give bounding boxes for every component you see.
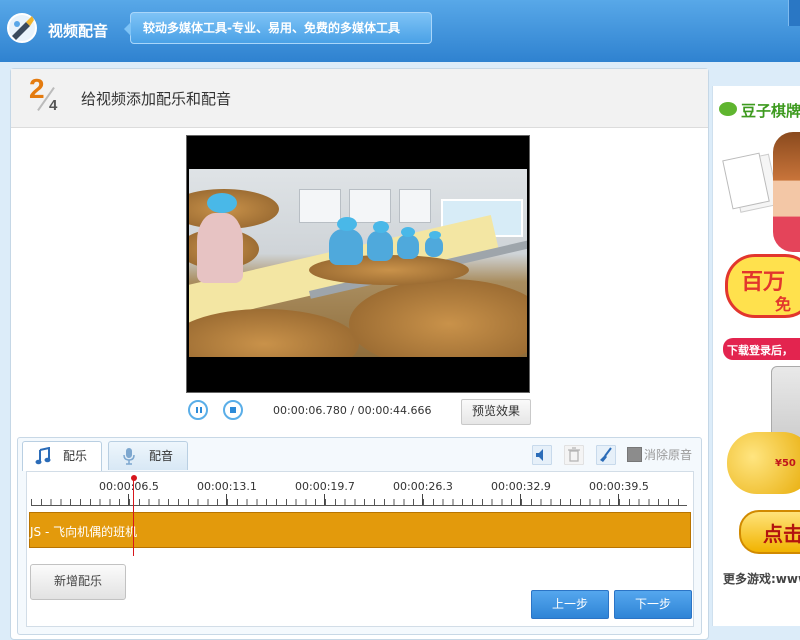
worker [367, 231, 393, 261]
ad-banner-text: 下载登录后， [727, 344, 793, 357]
pause-button[interactable] [188, 400, 208, 420]
video-preview[interactable] [186, 135, 530, 393]
worker-cap [401, 227, 415, 237]
page-title: 给视频添加配乐和配音 [81, 90, 232, 108]
factory-window [349, 189, 391, 223]
video-frame [189, 169, 527, 357]
music-clip-label: JS - 飞向机偶的班机 [30, 525, 138, 539]
step-total: 4 [49, 97, 58, 114]
window-control[interactable] [788, 0, 800, 26]
tab-music-label: 配乐 [63, 449, 88, 463]
tab-music[interactable]: 配乐 [22, 441, 102, 471]
worker [397, 235, 419, 259]
tick-label: 00:00:26.3 [393, 480, 453, 493]
ruler-major-tick [618, 494, 619, 505]
ad-more-games[interactable]: 更多游戏:www [723, 570, 800, 587]
playhead[interactable] [133, 478, 134, 556]
phone-icon [771, 366, 800, 438]
ad-headline-sub: 免 [775, 295, 792, 314]
prev-step-button[interactable]: 上一步 [531, 590, 609, 619]
ad-character-image [773, 132, 800, 252]
ad-panel[interactable]: 豆子棋牌 百万 免 下载登录后， ¥50 点击 更多游戏:www [712, 86, 800, 626]
broom-icon[interactable] [596, 445, 616, 465]
slogan-banner: 较动多媒体工具-专业、易用、免费的多媒体工具 [124, 12, 432, 44]
time-ruler [31, 499, 687, 506]
ruler-major-tick [422, 494, 423, 505]
tick-label: 00:00:19.7 [295, 480, 355, 493]
worker-cap [337, 217, 357, 231]
factory-window [299, 189, 341, 223]
ruler-major-tick [226, 494, 227, 505]
current-time: 00:00:06.780 [273, 404, 347, 417]
preview-button[interactable]: 预览效果 [461, 399, 531, 425]
ginger-pile [349, 279, 527, 357]
time-separator: / [350, 404, 355, 417]
tick-label: 00:00:39.5 [589, 480, 649, 493]
trash-icon[interactable] [564, 445, 584, 465]
app-title: 视频配音 [48, 22, 109, 40]
audio-editor: 配乐 配音 消除原音 00:00:06.5 00:00:13.1 00:00:1… [17, 437, 702, 635]
factory-window [399, 189, 431, 223]
app-logo-icon [7, 13, 37, 43]
step-header: 2 4 给视频添加配乐和配音 [11, 69, 708, 128]
microphone-icon [123, 448, 135, 465]
tick-label: 00:00:13.1 [197, 480, 257, 493]
step-current: 2 [29, 73, 45, 104]
ad-coins-text: ¥50 [775, 458, 796, 469]
worker [329, 229, 363, 265]
tab-dubbing-label: 配音 [149, 449, 174, 463]
ad-brand: 豆子棋牌 [741, 102, 800, 120]
playhead-handle[interactable] [131, 475, 137, 481]
worker [425, 237, 443, 257]
speaker-icon[interactable] [532, 445, 552, 465]
music-clip[interactable]: JS - 飞向机偶的班机 [29, 512, 691, 548]
tick-label: 00:00:32.9 [491, 480, 551, 493]
music-note-icon [35, 447, 51, 465]
worker-cap [429, 231, 441, 239]
ruler-major-tick [324, 494, 325, 505]
ruler-major-tick [520, 494, 521, 505]
tick-label: 00:00:06.5 [99, 480, 159, 493]
stop-button[interactable] [223, 400, 243, 420]
worker [197, 213, 243, 283]
worker-cap [373, 221, 389, 233]
playing-cards-icon [722, 152, 770, 210]
time-readout: 00:00:06.780 / 00:00:44.666 [273, 404, 432, 417]
ruler-major-tick [128, 494, 129, 505]
ad-cta-label: 点击 [763, 522, 800, 546]
top-bar: 视频配音 较动多媒体工具-专业、易用、免费的多媒体工具 [0, 0, 800, 62]
next-step-button[interactable]: 下一步 [614, 590, 692, 619]
main-panel: 2 4 给视频添加配乐和配音 00:00:06.780 / 00:00:44.6… [10, 68, 709, 640]
tab-dubbing[interactable]: 配音 [108, 441, 188, 470]
mute-original-checkbox[interactable] [627, 447, 642, 462]
worker-cap [207, 193, 237, 213]
bean-logo-icon [719, 102, 737, 116]
ginger-pile [189, 309, 359, 357]
total-time: 00:00:44.666 [357, 404, 432, 417]
mute-original-label: 消除原音 [644, 448, 693, 462]
add-music-button[interactable]: 新增配乐 [30, 564, 126, 600]
